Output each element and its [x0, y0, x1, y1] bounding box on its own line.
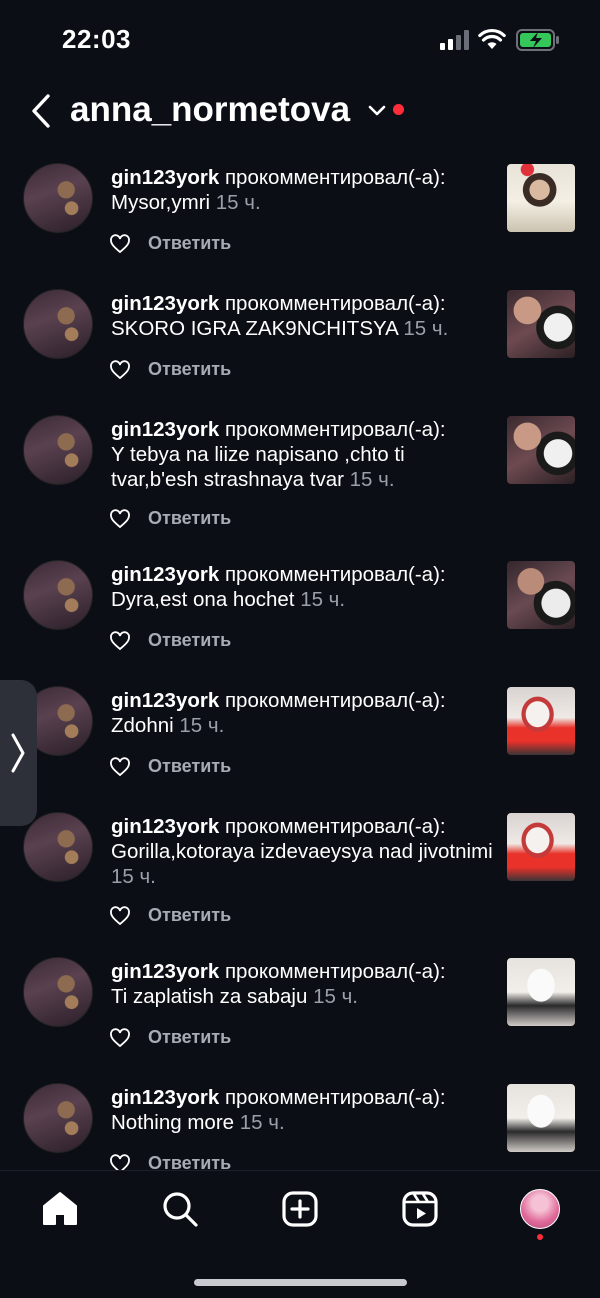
comment-time: 15 ч. [179, 714, 225, 737]
create-post-icon[interactable] [280, 1189, 320, 1229]
comment-actions: Ответить [109, 905, 231, 926]
reply-button[interactable]: Ответить [148, 756, 231, 777]
avatar[interactable] [23, 812, 93, 882]
comment-verb: прокомментировал(-а): [224, 960, 446, 983]
heart-icon[interactable] [109, 1027, 131, 1048]
search-icon[interactable] [160, 1189, 200, 1229]
reply-button[interactable]: Ответить [148, 359, 231, 380]
post-thumbnail[interactable] [507, 813, 575, 881]
comment-body: Ti zaplatish za sabaju [111, 985, 308, 1008]
comment-actions: Ответить [109, 508, 231, 529]
comment-text: gin123york прокомментировал(-а): Y tebya … [111, 417, 496, 492]
comment-verb: прокомментировал(-а): [224, 166, 446, 189]
comment-time: 15 ч. [403, 317, 449, 340]
post-thumbnail[interactable] [507, 290, 575, 358]
post-thumbnail[interactable] [507, 561, 575, 629]
chevron-right-icon [11, 733, 25, 773]
comment-text: gin123york прокомментировал(-а): Gorilla,… [111, 814, 496, 889]
comment-username[interactable]: gin123york [111, 1086, 219, 1109]
comment-body: Dyra,est ona hochet [111, 588, 295, 611]
comment-verb: прокомментировал(-а): [224, 418, 446, 441]
avatar[interactable] [23, 163, 93, 233]
reels-icon[interactable] [400, 1189, 440, 1229]
side-drawer-handle[interactable] [0, 680, 37, 826]
comment-username[interactable]: gin123york [111, 815, 219, 838]
comment-verb: прокомментировал(-а): [224, 563, 446, 586]
home-icon[interactable] [40, 1189, 80, 1229]
comment-body: Zdohni [111, 714, 174, 737]
heart-icon[interactable] [109, 1153, 131, 1171]
profile-avatar[interactable] [520, 1189, 560, 1229]
comment-time: 15 ч. [349, 468, 395, 491]
heart-icon[interactable] [109, 905, 131, 926]
comment-actions: Ответить [109, 1153, 231, 1170]
reply-button[interactable]: Ответить [148, 233, 231, 254]
comment-body: Mysor,ymri [111, 191, 211, 214]
heart-icon[interactable] [109, 233, 131, 254]
comment-actions: Ответить [109, 233, 231, 254]
comment-time: 15 ч. [111, 865, 156, 888]
activity-list: gin123york прокомментировал(-а): Mysor,ym… [0, 0, 600, 1170]
comment-verb: прокомментировал(-а): [224, 1086, 446, 1109]
post-thumbnail[interactable] [507, 416, 575, 484]
comment-actions: Ответить [109, 630, 231, 651]
comment-verb: прокомментировал(-а): [224, 292, 446, 315]
comment-text: gin123york прокомментировал(-а): SKORO IG… [111, 291, 496, 341]
comment-time: 15 ч. [300, 588, 346, 611]
post-thumbnail[interactable] [507, 1084, 575, 1152]
comment-username[interactable]: gin123york [111, 689, 219, 712]
comment-text: gin123york прокомментировал(-а): Ti zapla… [111, 959, 496, 1009]
comment-username[interactable]: gin123york [111, 292, 219, 315]
heart-icon[interactable] [109, 756, 131, 777]
comment-verb: прокомментировал(-а): [224, 689, 446, 712]
reply-button[interactable]: Ответить [148, 630, 231, 651]
comment-text: gin123york прокомментировал(-а): Nothing … [111, 1085, 496, 1135]
post-thumbnail[interactable] [507, 958, 575, 1026]
comment-actions: Ответить [109, 756, 231, 777]
avatar[interactable] [23, 289, 93, 359]
comment-text: gin123york прокомментировал(-а): Dyra,est… [111, 562, 496, 612]
comment-time: 15 ч. [215, 191, 261, 214]
comment-username[interactable]: gin123york [111, 418, 219, 441]
home-indicator [194, 1279, 407, 1286]
comment-verb: прокомментировал(-а): [224, 815, 446, 838]
comment-username[interactable]: gin123york [111, 960, 219, 983]
post-thumbnail[interactable] [507, 687, 575, 755]
comment-time: 15 ч. [239, 1111, 285, 1134]
comment-username[interactable]: gin123york [111, 563, 219, 586]
reply-button[interactable]: Ответить [148, 1027, 231, 1048]
avatar[interactable] [23, 560, 93, 630]
notification-dot [537, 1234, 543, 1240]
comment-body: Gorilla,kotoraya izdevaeysya nad jivotni… [111, 840, 493, 863]
post-thumbnail[interactable] [507, 164, 575, 232]
reply-button[interactable]: Ответить [148, 508, 231, 529]
comment-body: SKORO IGRA ZAK9NCHITSYA [111, 317, 398, 340]
comment-text: gin123york прокомментировал(-а): Mysor,ym… [111, 165, 496, 215]
comment-actions: Ответить [109, 359, 231, 380]
heart-icon[interactable] [109, 630, 131, 651]
avatar[interactable] [23, 1083, 93, 1153]
comment-actions: Ответить [109, 1027, 231, 1048]
reply-button[interactable]: Ответить [148, 905, 231, 926]
comment-time: 15 ч. [313, 985, 358, 1008]
comment-username[interactable]: gin123york [111, 166, 219, 189]
comment-body: Nothing more [111, 1111, 235, 1134]
heart-icon[interactable] [109, 359, 131, 380]
reply-button[interactable]: Ответить [148, 1153, 231, 1170]
avatar[interactable] [23, 957, 93, 1027]
comment-text: gin123york прокомментировал(-а): Zdohni 1… [111, 688, 496, 738]
avatar[interactable] [23, 415, 93, 485]
heart-icon[interactable] [109, 508, 131, 529]
